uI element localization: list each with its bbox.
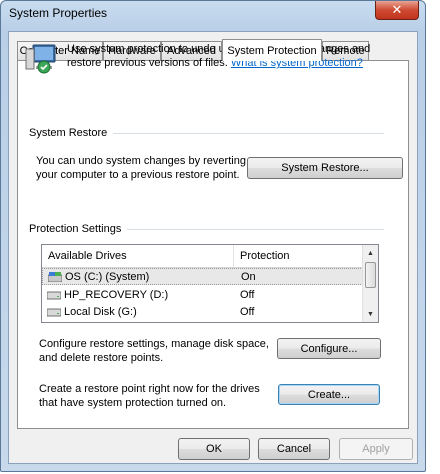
- drives-list-header: Available Drives Protection: [42, 245, 363, 268]
- drive-protection: Off: [240, 305, 255, 318]
- system-drive-icon: [48, 271, 62, 282]
- system-protection-icon: [24, 41, 58, 75]
- scroll-thumb[interactable]: [365, 262, 376, 288]
- scroll-down-icon[interactable]: ▼: [363, 306, 378, 322]
- drives-list-scrollbar[interactable]: ▲ ▼: [362, 245, 378, 322]
- apply-button[interactable]: Apply: [339, 438, 413, 460]
- system-restore-header: System Restore: [29, 127, 108, 139]
- protection-settings-header: Protection Settings: [29, 223, 122, 235]
- drives-list[interactable]: Available Drives Protection OS (C:) (Sys…: [41, 244, 379, 323]
- drive-name: HP_RECOVERY (D:): [64, 288, 169, 301]
- system-restore-button[interactable]: System Restore...: [247, 157, 403, 179]
- drive-icon: [47, 291, 61, 299]
- drive-row-g[interactable]: Local Disk (G:) Off: [42, 303, 363, 320]
- column-header-available-drives[interactable]: Available Drives: [42, 245, 234, 267]
- protection-settings-group: Protection Settings: [29, 223, 384, 235]
- drive-row-c[interactable]: OS (C:) (System) On: [42, 268, 363, 285]
- scroll-up-icon[interactable]: ▲: [363, 245, 378, 261]
- window-title: System Properties: [9, 6, 108, 20]
- system-properties-window: System Properties ✕ Computer Name Hardwa…: [0, 0, 426, 472]
- configure-description: Configure restore settings, manage disk …: [39, 338, 269, 364]
- close-button[interactable]: ✕: [375, 1, 419, 20]
- title-bar[interactable]: System Properties ✕: [1, 1, 425, 27]
- column-header-protection[interactable]: Protection: [234, 245, 363, 267]
- system-restore-group: System Restore: [29, 127, 384, 139]
- create-button[interactable]: Create...: [278, 384, 380, 405]
- drive-protection: Off: [240, 288, 255, 301]
- drive-name: OS (C:) (System): [65, 270, 150, 283]
- configure-button[interactable]: Configure...: [277, 338, 381, 359]
- drive-row-d[interactable]: HP_RECOVERY (D:) Off: [42, 286, 363, 303]
- drive-protection: On: [241, 270, 256, 283]
- cancel-button[interactable]: Cancel: [258, 438, 330, 460]
- ok-button[interactable]: OK: [178, 438, 250, 460]
- create-description: Create a restore point right now for the…: [39, 383, 260, 409]
- drive-icon: [47, 308, 61, 316]
- drive-name: Local Disk (G:): [64, 305, 137, 318]
- system-restore-description: You can undo system changes by reverting…: [36, 155, 246, 181]
- close-icon: ✕: [391, 2, 403, 18]
- tab-system-protection[interactable]: System Protection: [222, 39, 322, 61]
